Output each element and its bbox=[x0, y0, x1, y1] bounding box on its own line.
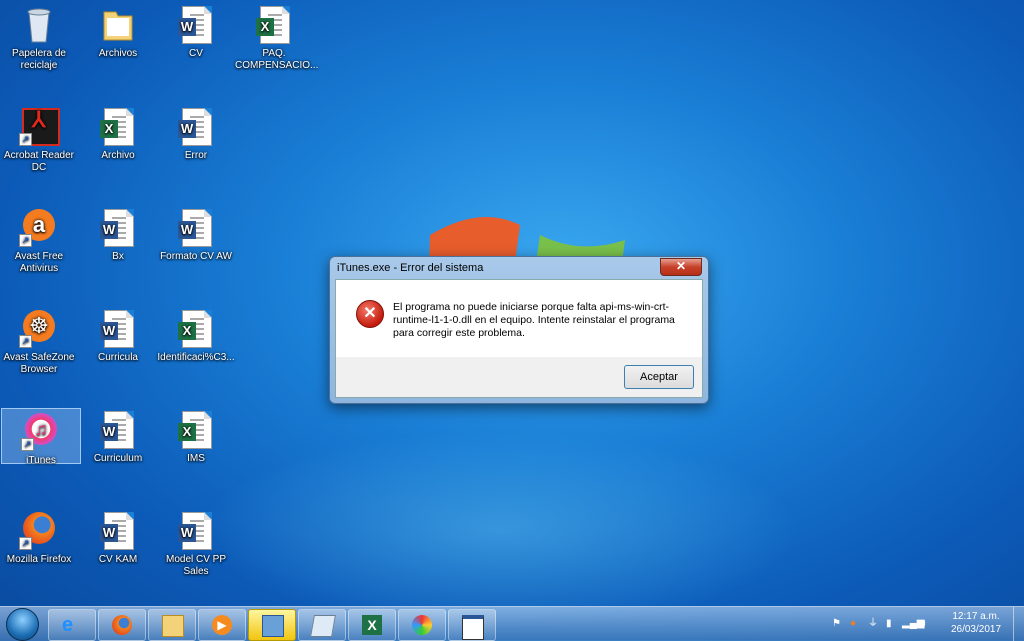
accept-button[interactable]: Aceptar bbox=[624, 365, 694, 389]
dialog-message: El programa no puede iniciarse porque fa… bbox=[393, 301, 675, 339]
word-doc-icon: W bbox=[98, 510, 138, 550]
clock-date: 26/03/2017 bbox=[950, 624, 1002, 635]
internet-explorer-icon: e bbox=[62, 614, 74, 636]
recycle-bin-icon bbox=[19, 4, 59, 44]
taskbar-firefox[interactable] bbox=[98, 609, 146, 641]
word-doc-icon: W bbox=[98, 207, 138, 247]
dialog-close-button[interactable]: ✕ bbox=[660, 258, 702, 276]
dialog-title: iTunes.exe - Error del sistema bbox=[337, 262, 484, 274]
desktop-icon-identificacion[interactable]: X Identificaci%C3... bbox=[157, 308, 235, 364]
safezone-icon: ☸ ↗ bbox=[19, 308, 59, 348]
taskbar-window[interactable] bbox=[448, 609, 496, 641]
excel-icon: X bbox=[362, 615, 382, 635]
dialog-footer: Aceptar bbox=[335, 357, 703, 398]
excel-doc-icon: X bbox=[254, 4, 294, 44]
word-doc-icon: W bbox=[98, 308, 138, 348]
firefox-icon bbox=[112, 615, 132, 635]
word-doc-icon: W bbox=[98, 409, 138, 449]
icon-label: CV KAM bbox=[98, 554, 138, 565]
icon-label: Acrobat Reader DC bbox=[3, 150, 75, 173]
desktop-icon-archivo[interactable]: X Archivo bbox=[79, 106, 157, 162]
taskbar-installer[interactable] bbox=[248, 609, 296, 641]
desktop-icon-paq[interactable]: X PAQ. COMPENSACIO... bbox=[235, 4, 318, 72]
icon-label: Avast SafeZone Browser bbox=[3, 352, 75, 375]
icon-label: Curricula bbox=[97, 352, 138, 363]
system-tray: ⚑ ● ⏚ ▮ ▂▄▆ 🔈︎ bbox=[824, 607, 934, 641]
firefox-icon: ↗ bbox=[19, 510, 59, 550]
word-doc-icon: W bbox=[176, 207, 216, 247]
taskbar-excel[interactable]: X bbox=[348, 609, 396, 641]
desktop-icon-formato-cv[interactable]: W Formato CV AW bbox=[157, 207, 235, 263]
volume-icon[interactable]: 🔈︎ bbox=[922, 607, 928, 641]
excel-doc-icon: X bbox=[176, 308, 216, 348]
taskbar-media-player[interactable]: ▶ bbox=[198, 609, 246, 641]
excel-doc-icon: X bbox=[98, 106, 138, 146]
error-dialog: iTunes.exe - Error del sistema ✕ ✕ El pr… bbox=[329, 256, 709, 404]
desktop-glow bbox=[200, 430, 800, 630]
taskbar-paint[interactable] bbox=[398, 609, 446, 641]
icon-label: Archivos bbox=[98, 48, 138, 59]
itunes-icon: ♫ ↗ bbox=[21, 411, 61, 451]
avast-tray-icon[interactable]: ● bbox=[850, 607, 856, 641]
dialog-body: ✕ El programa no puede iniciarse porque … bbox=[335, 279, 703, 359]
icon-label: iTunes bbox=[26, 455, 56, 466]
notepad-icon bbox=[310, 615, 336, 637]
error-icon: ✕ bbox=[356, 300, 384, 328]
desktop-icon-bx[interactable]: W Bx bbox=[79, 207, 157, 263]
desktop-icon-curricula[interactable]: W Curricula bbox=[79, 308, 157, 364]
desktop-icon-model-cv[interactable]: W Model CV PP Sales bbox=[157, 510, 235, 578]
desktop-icon-itunes[interactable]: ♫ ↗ iTunes bbox=[1, 408, 81, 466]
flag-icon[interactable]: ⚑ bbox=[832, 607, 841, 641]
desktop-icon-firefox[interactable]: ↗ Mozilla Firefox bbox=[0, 510, 78, 566]
paint-icon bbox=[412, 615, 432, 635]
icon-label: Mozilla Firefox bbox=[6, 554, 72, 565]
show-desktop-button[interactable] bbox=[1013, 607, 1024, 641]
clock[interactable]: 12:17 a.m. 26/03/2017 bbox=[940, 610, 1012, 636]
desktop-icon-curriculum[interactable]: W Curriculum bbox=[79, 409, 157, 465]
taskbar-internet-explorer[interactable]: e bbox=[48, 609, 96, 641]
desktop-icon-error[interactable]: W Error bbox=[157, 106, 235, 162]
desktop-icon-archivos[interactable]: Archivos bbox=[79, 4, 157, 60]
desktop-icon-cv-kam[interactable]: W CV KAM bbox=[79, 510, 157, 566]
usb-icon[interactable]: ⏚ bbox=[868, 607, 878, 641]
media-player-icon: ▶ bbox=[212, 615, 232, 635]
desktop-icon-cv[interactable]: W CV bbox=[157, 4, 235, 60]
taskbar-notepad[interactable] bbox=[298, 609, 346, 641]
desktop-icon-ims[interactable]: X IMS bbox=[157, 409, 235, 465]
icon-label: Avast Free Antivirus bbox=[14, 251, 64, 274]
word-doc-icon: W bbox=[176, 510, 216, 550]
avast-icon: a ↗ bbox=[19, 207, 59, 247]
window-icon bbox=[462, 615, 484, 640]
excel-doc-icon: X bbox=[176, 409, 216, 449]
clock-time: 12:17 a.m. bbox=[952, 611, 1000, 622]
desktop-icon-avast[interactable]: a ↗ Avast Free Antivirus bbox=[0, 207, 78, 275]
icon-label: Archivo bbox=[101, 150, 135, 161]
word-doc-icon: W bbox=[176, 106, 216, 146]
taskbar: e ▶ X ⚑ ● ⏚ ▮ ▂▄▆ 🔈︎ 12:17 a.m. 26/03/20… bbox=[0, 606, 1024, 641]
acrobat-icon: ⅄ ↗ bbox=[19, 106, 60, 146]
icon-label: Identificaci%C3... bbox=[157, 352, 235, 363]
icon-label: Error bbox=[184, 150, 208, 161]
explorer-folder-icon bbox=[162, 615, 184, 637]
desktop-icon-acrobat[interactable]: ⅄ ↗ Acrobat Reader DC bbox=[0, 106, 78, 174]
icon-label: Papelera de reciclaje bbox=[12, 48, 66, 71]
start-button[interactable] bbox=[2, 607, 42, 641]
icon-label: CV bbox=[189, 48, 203, 59]
taskbar-explorer[interactable] bbox=[148, 609, 196, 641]
word-doc-icon: W bbox=[176, 4, 216, 44]
installer-icon bbox=[262, 615, 284, 637]
icon-label: IMS bbox=[187, 453, 205, 464]
icon-label: Bx bbox=[112, 251, 124, 262]
icon-label: Formato CV AW bbox=[160, 251, 232, 262]
windows-start-icon bbox=[6, 608, 39, 641]
icon-label: PAQ. COMPENSACIO... bbox=[235, 48, 319, 71]
icon-label: Curriculum bbox=[93, 453, 143, 464]
battery-icon[interactable]: ▮ bbox=[886, 607, 892, 641]
desktop-icon-safezone[interactable]: ☸ ↗ Avast SafeZone Browser bbox=[0, 308, 78, 376]
desktop-icon-recycle-bin[interactable]: Papelera de reciclaje bbox=[0, 4, 78, 72]
icon-label: Model CV PP Sales bbox=[165, 554, 227, 577]
folder-icon bbox=[98, 4, 138, 44]
